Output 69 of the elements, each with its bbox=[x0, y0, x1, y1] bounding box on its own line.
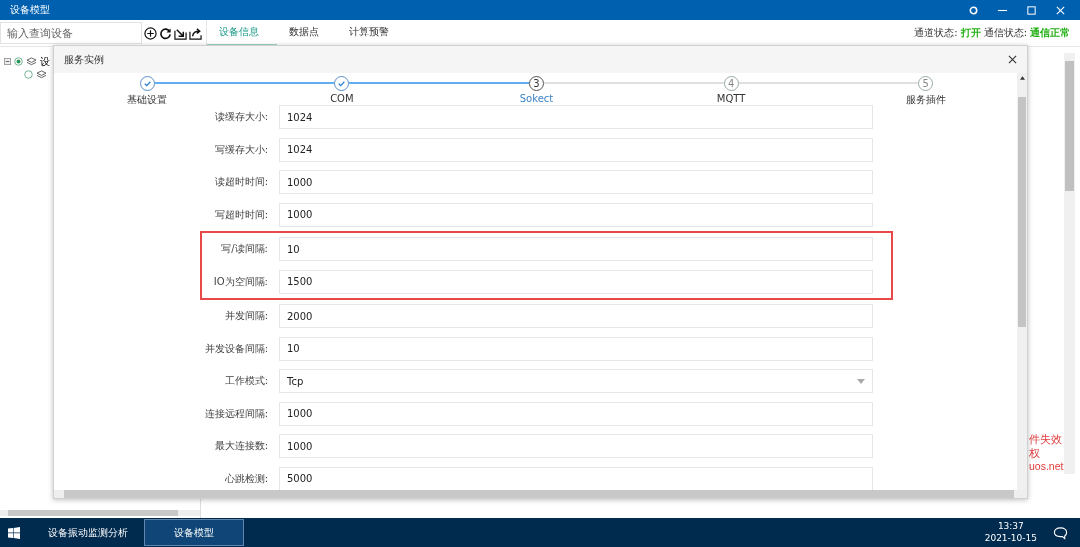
input-field[interactable]: 1000 bbox=[279, 170, 873, 195]
radio-button[interactable] bbox=[14, 57, 23, 66]
dialog-title: 服务实例 bbox=[64, 52, 104, 67]
window-title: 设备模型 bbox=[10, 3, 50, 17]
vertical-scrollbar[interactable] bbox=[1064, 53, 1075, 474]
step-marker: 3 bbox=[529, 75, 544, 91]
tab[interactable]: 计算预警 bbox=[337, 20, 407, 46]
status-label: 通道状态: bbox=[914, 26, 958, 40]
notice-text: 件失效 bbox=[1029, 433, 1063, 447]
step-label: MQTT bbox=[716, 93, 746, 104]
status-value: 打开 bbox=[960, 26, 981, 40]
notice-text: uos.net bbox=[1029, 460, 1063, 474]
input-field[interactable]: 1000 bbox=[279, 401, 873, 426]
field-label: 读超时时间: bbox=[213, 175, 268, 190]
dropdown[interactable]: Tcp bbox=[279, 369, 873, 394]
taskbar-app[interactable]: 设备振动监测分析 bbox=[36, 519, 140, 546]
field-label: 并发设备间隔: bbox=[203, 341, 268, 356]
maximize-icon[interactable] bbox=[1026, 4, 1037, 16]
vertical-scrollbar[interactable] bbox=[1017, 73, 1027, 490]
sync-icon[interactable] bbox=[968, 4, 979, 16]
input-field[interactable]: 10 bbox=[279, 237, 873, 262]
scroll-up-icon[interactable] bbox=[1019, 76, 1025, 80]
step-label: 服务插件 bbox=[905, 93, 946, 107]
step-label: COM bbox=[330, 93, 354, 104]
step-marker: 5 bbox=[918, 75, 934, 91]
field-label: IO为空间隔: bbox=[212, 274, 268, 289]
field-label: 连接远程间隔: bbox=[203, 406, 268, 421]
expander-icon[interactable] bbox=[4, 58, 11, 65]
close-icon[interactable] bbox=[1008, 55, 1017, 64]
field-label: 工作模式: bbox=[223, 374, 268, 389]
import-icon[interactable] bbox=[174, 26, 187, 40]
input-field[interactable]: 1000 bbox=[279, 202, 873, 227]
input-field[interactable]: 2000 bbox=[279, 304, 873, 329]
input-field[interactable]: 5000 bbox=[279, 466, 873, 490]
input-field[interactable]: 1024 bbox=[279, 105, 873, 130]
status-label: 通信状态: bbox=[983, 26, 1027, 40]
input-field[interactable]: 1000 bbox=[279, 434, 873, 459]
field-label: 读缓存大小: bbox=[213, 110, 268, 125]
horizontal-scrollbar[interactable] bbox=[54, 490, 1027, 498]
horizontal-scrollbar[interactable] bbox=[0, 510, 200, 516]
clock-time: 13:37 bbox=[997, 520, 1024, 533]
tree-label[interactable]: 设 bbox=[40, 54, 50, 69]
layers-icon bbox=[36, 70, 47, 79]
export-icon[interactable] bbox=[189, 26, 202, 40]
status-value: 通信正常 bbox=[1030, 26, 1070, 40]
windows-icon[interactable] bbox=[8, 526, 20, 539]
add-icon[interactable] bbox=[144, 26, 157, 40]
field-label: 并发间隔: bbox=[223, 309, 268, 324]
field-label: 写/读间隔: bbox=[220, 242, 268, 257]
chat-icon[interactable] bbox=[1053, 525, 1068, 540]
refresh-icon[interactable] bbox=[159, 26, 172, 40]
input-field[interactable]: 10 bbox=[279, 336, 873, 361]
clock-date: 2021-10-15 bbox=[984, 532, 1037, 545]
step-label: 基础设置 bbox=[127, 93, 168, 107]
tab[interactable]: 数据点 bbox=[277, 20, 337, 46]
layers-icon bbox=[26, 57, 37, 66]
input-field[interactable]: 1024 bbox=[279, 137, 873, 162]
radio-button[interactable] bbox=[24, 70, 33, 79]
field-label: 心跳检测: bbox=[223, 471, 268, 486]
input-field[interactable]: 1500 bbox=[279, 269, 873, 294]
step-label: Sokect bbox=[519, 93, 554, 104]
notice-text: 权 bbox=[1029, 446, 1041, 461]
field-label: 写超时时间: bbox=[213, 207, 268, 222]
search-field[interactable]: 输入查询设备 bbox=[0, 22, 142, 44]
field-label: 写缓存大小: bbox=[213, 142, 268, 157]
field-label: 最大连接数: bbox=[213, 439, 268, 454]
taskbar-app[interactable]: 设备模型 bbox=[144, 519, 244, 546]
caret-icon bbox=[857, 378, 865, 384]
step-marker: 4 bbox=[723, 75, 739, 91]
